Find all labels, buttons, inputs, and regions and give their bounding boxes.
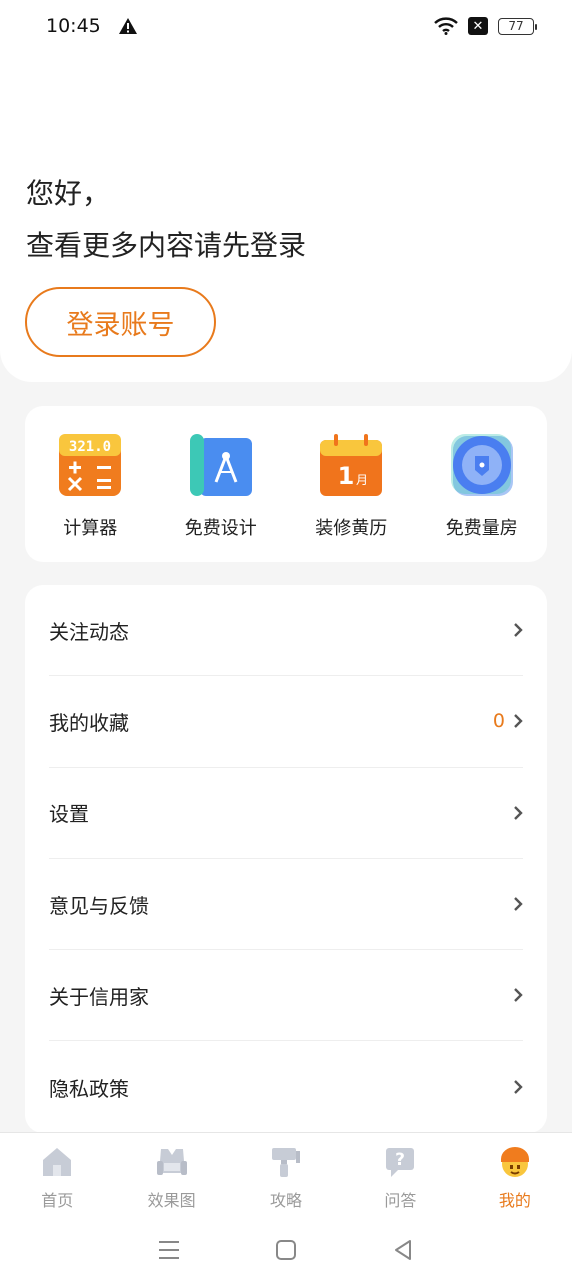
tab-qa[interactable]: ? 问答 [343,1133,457,1220]
menu-item-about[interactable]: 关于信用家 [49,950,523,1042]
warning-icon [118,18,137,34]
chevron-right-icon [514,805,523,820]
tool-label: 装修黄历 [315,518,388,539]
greeting-text: 您好， [26,177,111,210]
tab-label: 我的 [498,1191,531,1210]
tab-label: 攻略 [270,1191,303,1210]
sofa-icon [156,1149,187,1175]
battery-indicator: 77 [498,17,537,35]
login-button[interactable]: 登录账号 [25,287,216,357]
tool-calculator[interactable]: 321.0 计算器 [25,406,156,562]
profile-icon [500,1147,529,1177]
chevron-right-icon [514,714,523,729]
header-card: 您好， 查看更多内容请先登录 登录账号 [0,0,572,382]
calendar-icon: 1 月 [320,434,383,496]
design-icon [189,434,252,496]
tab-label: 问答 [384,1191,417,1210]
bottom-tab-bar: 首页 效果图 攻略 ? 问答 我的 [0,1132,572,1220]
tool-decoration-calendar[interactable]: 1 月 装修黄历 [286,406,417,562]
chevron-right-icon [514,623,523,637]
chevron-right-icon [514,1080,523,1094]
menu-item-privacy-policy[interactable]: 隐私政策 [49,1041,523,1132]
menu-item-follow-updates[interactable]: 关注动态 [49,585,523,677]
back-icon[interactable] [390,1237,416,1263]
menu-item-label: 设置 [49,802,89,827]
menu-item-label: 我的收藏 [49,710,129,735]
svg-text:1: 1 [338,462,355,490]
tool-label: 计算器 [63,518,118,539]
tool-free-design[interactable]: 免费设计 [156,406,287,562]
chevron-right-icon [514,988,523,1003]
tab-renderings[interactable]: 效果图 [114,1133,228,1220]
menu-item-label: 关于信用家 [49,984,149,1009]
favorites-count: 0 [492,710,505,733]
home-icon [43,1148,72,1176]
status-time: 10:45 [46,15,101,37]
menu-item-label: 关注动态 [49,619,129,644]
menu-item-label: 意见与反馈 [49,893,149,918]
tab-home[interactable]: 首页 [0,1133,114,1220]
menu-item-favorites[interactable]: 我的收藏 0 [49,676,523,768]
login-prompt-text: 查看更多内容请先登录 [26,229,307,262]
menu-card: 关注动态 我的收藏 0 设置 意见与反馈 关于信用家 隐私政策 [25,585,547,1133]
calculator-icon: 321.0 [59,434,122,496]
tab-label: 首页 [41,1191,74,1210]
svg-text:?: ? [395,1150,405,1170]
question-icon: ? [386,1148,415,1177]
tab-label: 效果图 [147,1191,196,1210]
menu-item-feedback[interactable]: 意见与反馈 [49,859,523,951]
svg-text:月: 月 [356,473,368,487]
menu-item-label: 隐私政策 [49,1076,129,1101]
tab-guides[interactable]: 攻略 [229,1133,343,1220]
chevron-right-icon [514,897,523,911]
menu-icon[interactable] [156,1237,182,1263]
tools-card: 321.0 计算器 免费设计 1 月 装修黄历 免费量房 [25,406,547,562]
paint-roller-icon [272,1148,301,1177]
measure-icon [450,434,513,496]
tool-label: 免费量房 [445,518,518,539]
wifi-icon [434,17,458,35]
notification-x-icon: ✕ [468,17,488,35]
tool-free-measure[interactable]: 免费量房 [417,406,548,562]
status-bar: 10:45 ✕ 77 [0,0,572,52]
svg-text:321.0: 321.0 [69,439,111,455]
tab-profile[interactable]: 我的 [458,1133,572,1220]
tool-label: 免费设计 [184,518,257,539]
home-square-icon[interactable] [273,1237,299,1263]
menu-item-settings[interactable]: 设置 [49,768,523,859]
system-nav-bar [0,1220,572,1280]
